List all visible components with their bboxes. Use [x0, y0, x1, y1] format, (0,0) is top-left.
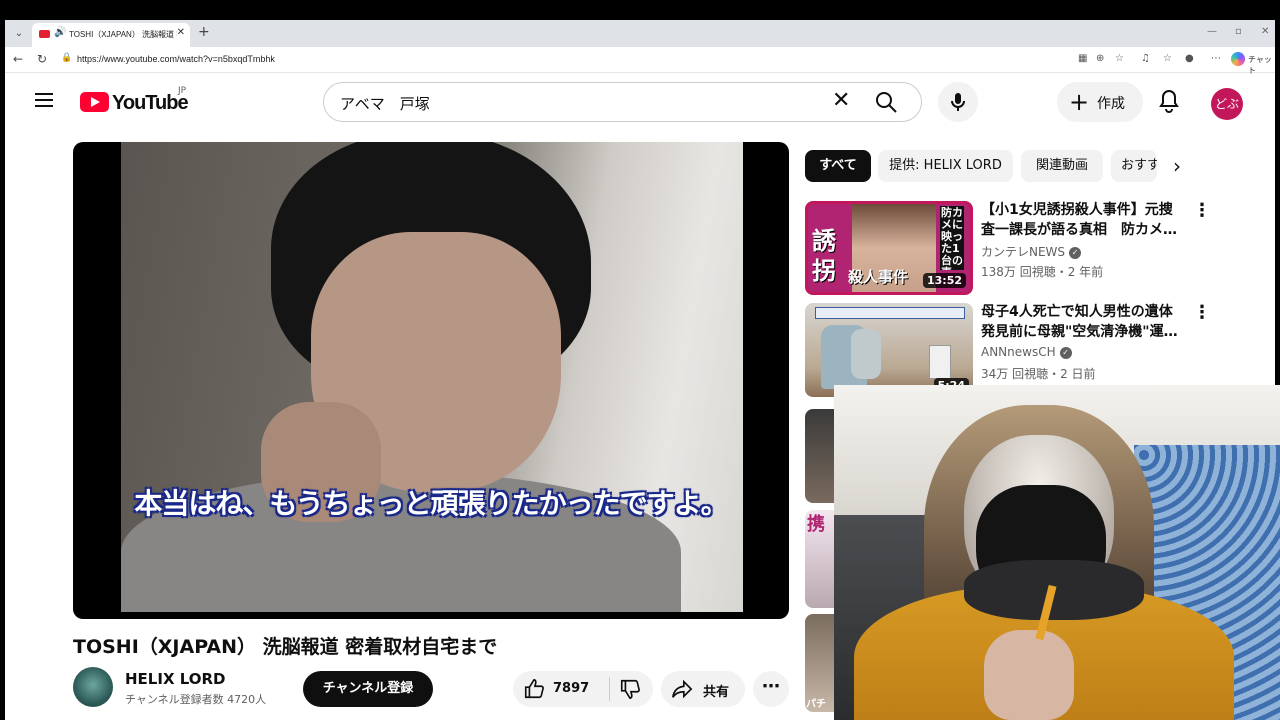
plus-icon: + [1069, 88, 1090, 116]
minimize-icon[interactable]: — [1207, 26, 1217, 37]
search-input[interactable]: アベマ 戸塚 [340, 93, 430, 114]
chevron-right-icon[interactable]: › [1173, 154, 1181, 178]
rec-thumbnail-5[interactable]: パチ [805, 614, 835, 712]
share-label: 共有 [703, 685, 730, 700]
tab-active[interactable]: 🔊 TOSHI（XJAPAN） 洗脳報道 密着取材自宅まで ✕ [32, 23, 190, 47]
share-button[interactable]: 共有 [661, 671, 745, 707]
avatar[interactable]: どぶ [1211, 88, 1243, 120]
speaker-icon[interactable]: 🔊 [54, 27, 66, 38]
url-text: https://www.youtube.com/watch?v=n5bxqdTm… [77, 54, 275, 64]
rec-thumbnail-2[interactable]: 5:24 [805, 303, 973, 397]
rec-thumbnail-4[interactable]: 携 [805, 510, 835, 608]
rec-thumb-vertical-text: 防カメに映った1台の車 [940, 206, 964, 270]
youtube-favicon-icon [39, 30, 50, 38]
rec-menu-icon-2[interactable]: ⋮ [1193, 302, 1211, 323]
rec-title-2[interactable]: 母子4人死亡で知人男性の遺体発見前に母親"空気清浄機"運… [981, 302, 1181, 342]
like-count[interactable]: 7897 [553, 681, 589, 696]
chip-all[interactable]: すべて [805, 150, 871, 182]
more-actions-icon[interactable]: ⋯ [753, 671, 789, 707]
rec-meta-2: 34万 回視聴・2 日前 [981, 367, 1096, 381]
clear-search-icon[interactable]: ✕ [832, 88, 850, 113]
tab-bar: ⌄ 🔊 TOSHI（XJAPAN） 洗脳報道 密着取材自宅まで ✕ + — ▫ … [5, 20, 1275, 47]
verified-icon: ✓ [1059, 346, 1072, 359]
rec-menu-icon-1[interactable]: ⋮ [1193, 200, 1211, 221]
url-field[interactable]: 🔒 https://www.youtube.com/watch?v=n5bxqd… [57, 50, 1217, 70]
rec-channel-1[interactable]: カンテレNEWS ✓ [981, 243, 1082, 260]
share-icon [672, 679, 693, 699]
voice-search-button[interactable] [938, 82, 978, 122]
window-close-icon[interactable]: ✕ [1261, 26, 1269, 37]
video-title: TOSHI（XJAPAN） 洗脳報道 密着取材自宅まで [73, 636, 498, 658]
chip-recommended[interactable]: おすすめ [1111, 150, 1157, 182]
dislike-icon[interactable] [619, 678, 641, 700]
tab-title: TOSHI（XJAPAN） 洗脳報道 密着取材自宅まで [69, 30, 177, 39]
like-dislike-group: 7897 [513, 671, 653, 707]
subscribe-button[interactable]: チャンネル登録 [303, 671, 433, 707]
address-bar: ← ↻ 🔒 https://www.youtube.com/watch?v=n5… [5, 47, 1275, 76]
zoom-icon[interactable]: ⊕ [1096, 53, 1104, 64]
microphone-icon [951, 93, 965, 111]
collections-icon[interactable]: ☆ [1163, 53, 1172, 64]
channel-subscribers: チャンネル登録者数 4720人 [125, 693, 267, 706]
search-box[interactable]: アベマ 戸塚 ✕ [323, 82, 922, 122]
profile-icon[interactable]: ● [1185, 53, 1194, 64]
extension-icon[interactable]: ♫ [1141, 53, 1150, 64]
duration-badge: 13:52 [922, 273, 966, 288]
channel-avatar[interactable] [73, 667, 113, 707]
video-player[interactable]: 本当はね、もうちょっと頑張りたかったですよ。 [73, 142, 789, 619]
maximize-icon[interactable]: ▫ [1235, 26, 1242, 37]
create-label: 作成 [1097, 96, 1125, 112]
channel-name[interactable]: HELIX LORD [125, 670, 226, 688]
youtube-play-icon [80, 92, 109, 112]
chat-label[interactable]: チャット [1248, 54, 1275, 76]
chip-related[interactable]: 関連動画 [1021, 150, 1103, 182]
video-caption: 本当はね、もうちょっと頑張りたかったですよ。 [134, 487, 728, 520]
verified-icon: ✓ [1069, 246, 1082, 259]
rec-thumbnail-3[interactable] [805, 409, 835, 503]
youtube-header: YouTube JP アベマ 戸塚 ✕ + 作成 どぶ [5, 74, 1275, 130]
rec-thumb-band-text: 殺人事件 [848, 268, 909, 286]
create-button[interactable]: + 作成 [1057, 82, 1143, 122]
rec-channel-2[interactable]: ANNnewsCH ✓ [981, 345, 1072, 359]
favorite-star-icon[interactable]: ☆ [1115, 53, 1124, 64]
tab-close-icon[interactable]: ✕ [177, 27, 185, 38]
reader-icon[interactable]: ▦ [1078, 53, 1087, 64]
rec-meta-1: 138万 回視聴・2 年前 [981, 265, 1104, 279]
youtube-logo[interactable]: YouTube JP [80, 86, 192, 114]
tab-menu-icon[interactable]: ⌄ [11, 26, 27, 42]
lock-icon[interactable]: 🔒 [61, 53, 72, 63]
copilot-icon[interactable] [1231, 52, 1245, 66]
new-tab-icon[interactable]: + [198, 24, 210, 40]
menu-icon[interactable] [35, 93, 53, 107]
browser-menu-icon[interactable]: ⋯ [1211, 53, 1221, 64]
back-icon[interactable]: ← [13, 52, 23, 66]
chip-provider[interactable]: 提供: HELIX LORD [878, 150, 1013, 182]
search-icon[interactable] [874, 90, 898, 114]
rec-thumb-text: 誘 拐 [812, 226, 836, 285]
webcam-overlay [834, 385, 1280, 720]
logo-region: JP [178, 86, 187, 96]
reload-icon[interactable]: ↻ [37, 52, 47, 66]
like-icon[interactable] [523, 678, 545, 700]
video-frame [121, 142, 743, 612]
logo-text: YouTube [112, 92, 189, 114]
notifications-icon[interactable] [1157, 88, 1181, 114]
rec-thumbnail-1[interactable]: 誘 拐 防カメに映った1台の車 殺人事件 13:52 [805, 201, 973, 295]
rec-title-1[interactable]: 【小1女児誘拐殺人事件】元捜査一課長が語る真相 防カメ… [981, 200, 1181, 240]
